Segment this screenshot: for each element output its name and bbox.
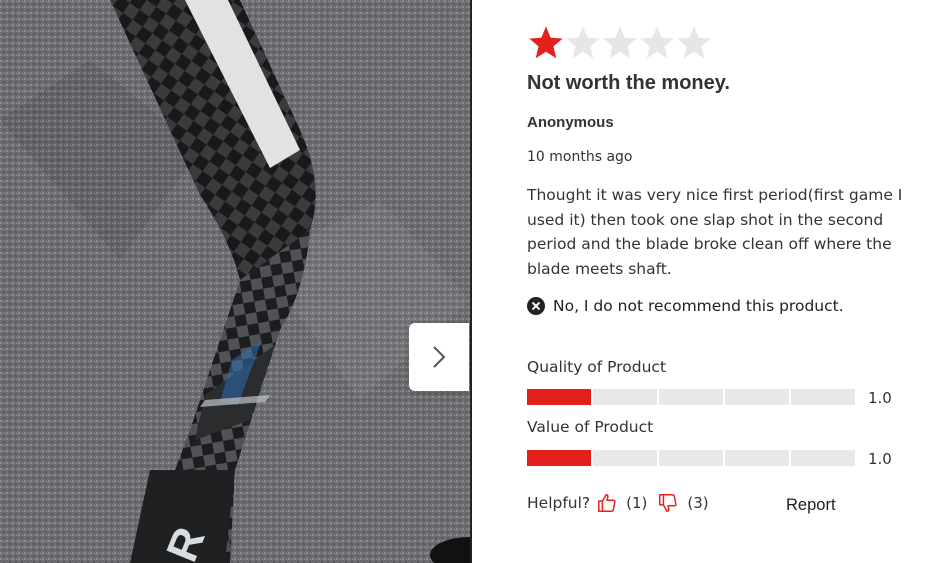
bar-segment-empty: [791, 450, 855, 466]
helpful-yes-button[interactable]: (1): [596, 492, 657, 514]
bar-segment-empty: [791, 389, 855, 405]
review-author: Anonymous: [527, 114, 614, 131]
helpful-votes: Helpful? (1) (3): [527, 492, 719, 514]
thumbs-down-icon: [659, 494, 678, 512]
review-date: 10 months ago: [527, 149, 633, 165]
star-empty-icon: [640, 26, 674, 59]
recommend-text: No, I do not recommend this product.: [553, 297, 844, 315]
quality-rating-bar: [527, 389, 855, 405]
helpful-no-count: (3): [687, 494, 709, 512]
review-photo[interactable]: R: [0, 0, 470, 563]
x-circle-icon: [527, 297, 545, 315]
hockey-stick-image: R: [0, 0, 470, 563]
report-link[interactable]: Report: [786, 496, 836, 515]
next-image-button[interactable]: [409, 323, 469, 391]
bar-segment-filled: [527, 450, 591, 466]
divider: [470, 0, 472, 563]
star-filled-icon: [529, 26, 563, 59]
metric-value-quality: 1.0: [868, 389, 892, 407]
star-empty-icon: [566, 26, 600, 59]
bar-segment-filled: [527, 389, 591, 405]
bar-segment-empty: [725, 450, 789, 466]
value-rating-bar: [527, 450, 855, 466]
recommend-status: No, I do not recommend this product.: [527, 297, 844, 315]
chevron-right-icon: [433, 346, 446, 368]
helpful-yes-count: (1): [626, 494, 648, 512]
star-empty-icon: [603, 26, 637, 59]
metric-value-value: 1.0: [868, 450, 892, 468]
review-title: Not worth the money.: [527, 72, 730, 94]
bar-segment-empty: [659, 450, 723, 466]
helpful-no-button[interactable]: (3): [657, 492, 718, 514]
bar-segment-empty: [725, 389, 789, 405]
star-rating: [527, 24, 712, 62]
bar-segment-empty: [659, 389, 723, 405]
star-empty-icon: [677, 26, 711, 59]
bar-segment-empty: [593, 389, 657, 405]
metric-label-value: Value of Product: [527, 418, 654, 436]
thumbs-up-icon: [598, 494, 616, 512]
metric-label-quality: Quality of Product: [527, 358, 667, 376]
review-body: Thought it was very nice first period(fi…: [527, 186, 903, 278]
bar-segment-empty: [593, 450, 657, 466]
helpful-label: Helpful?: [527, 494, 591, 512]
